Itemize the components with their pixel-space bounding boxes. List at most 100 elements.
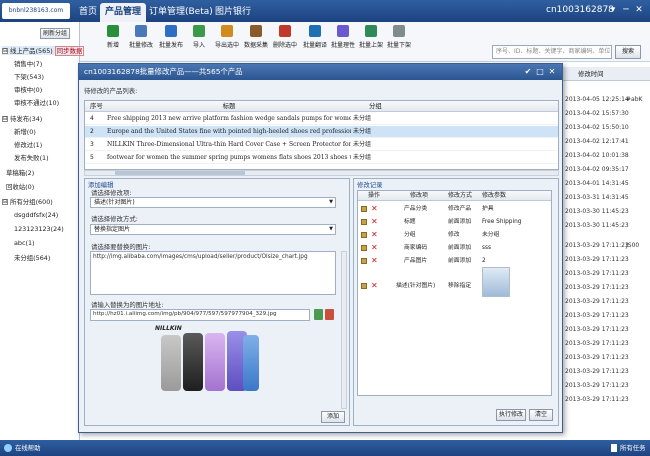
table-row: ✕ 产品图片 前面添加 2 — [358, 256, 551, 266]
sidebar-item-group-abc[interactable]: abc(1) — [14, 239, 35, 247]
batch-manage-button[interactable]: 批量理性 — [330, 25, 356, 49]
mode-label: 请选择修改方式: — [91, 215, 138, 223]
add-button[interactable]: 添加 — [321, 411, 345, 423]
col-title-header[interactable]: 标题 — [107, 101, 351, 112]
new-image-url-input[interactable]: http://hz01.i.aliimg.com/img/pb/904/977/… — [90, 309, 310, 321]
list-item[interactable]: 4 Free shipping 2013 new arrive platform… — [85, 113, 558, 125]
batch-list-button[interactable]: 批量上架 — [358, 25, 384, 49]
batch-edit-button[interactable]: 批量修改 — [128, 25, 154, 49]
list-item-selected[interactable]: 2 Europe and the United States fine with… — [85, 126, 558, 138]
sidebar-item-recycle-bin[interactable]: 回收站(0) — [6, 182, 34, 191]
scrollbar-thumb[interactable] — [115, 171, 245, 175]
edit-icon[interactable] — [361, 245, 367, 251]
close-icon[interactable]: ✕ — [634, 4, 644, 16]
table-row: 2013-03-31 14:31:45 — [565, 194, 629, 201]
sidebar-item-group-dsgddfsfx[interactable]: dsgddfsfx(24) — [14, 211, 58, 219]
tasks-icon[interactable] — [611, 444, 617, 452]
phone-case-icon — [161, 335, 181, 391]
sidebar-item-pending-publish[interactable]: ⊟ 待发布(34) — [2, 114, 42, 123]
sidebar-item-reviewing[interactable]: 审核中(0) — [14, 85, 42, 94]
product-list-header: 序号 标题 分组 — [85, 101, 558, 112]
import-button[interactable]: 导入 — [186, 25, 212, 49]
upload-image-icon[interactable] — [325, 309, 334, 320]
delete-icon[interactable]: ✕ — [371, 256, 378, 266]
delete-icon[interactable]: ✕ — [371, 281, 378, 291]
menu-dropdown-icon[interactable]: ▾ — [608, 4, 618, 16]
delete-icon[interactable]: ✕ — [371, 204, 378, 214]
table-row: ✕ 商家编码 前面添加 sss — [358, 243, 551, 253]
tab-home[interactable]: 首页 — [74, 3, 102, 22]
batch-translate-button[interactable]: 批量翻译 — [302, 25, 328, 49]
minimize-icon[interactable]: ─ — [621, 4, 631, 16]
field-select[interactable]: 描述(针对图片) ▼ — [90, 197, 336, 208]
collapse-icon[interactable]: ⊟ — [2, 48, 8, 54]
collapse-icon[interactable]: ⊟ — [2, 116, 8, 122]
sidebar-item-all-groups[interactable]: ⊟ 所有分组(600) — [2, 197, 53, 206]
execute-button[interactable]: 执行修改 — [496, 409, 526, 421]
delete-icon[interactable]: ✕ — [371, 230, 378, 240]
table-row: 2013-03-29 17:11:23 — [565, 326, 629, 333]
col-num-header[interactable]: 序号 — [90, 101, 103, 112]
table-row: 2013-03-29 17:11:23 — [565, 396, 629, 403]
confirm-icon[interactable]: ✔ — [523, 66, 533, 78]
tab-image-bank[interactable]: 图片银行 — [210, 3, 256, 22]
add-icon — [107, 25, 119, 37]
delete-icon[interactable]: ✕ — [371, 217, 378, 227]
online-help-link[interactable]: 在线帮助 — [15, 440, 41, 456]
edit-icon[interactable] — [361, 283, 367, 289]
clear-button[interactable]: 清空 — [529, 409, 553, 421]
table-row: 2013-03-29 17:11:23 — [565, 270, 629, 277]
delete-selected-button[interactable]: 删除选中 — [272, 25, 298, 49]
sidebar-item-delisted[interactable]: 下架(543) — [14, 72, 44, 81]
new-url-label: 请输入替换为的图片地址: — [91, 301, 164, 309]
export-selected-button[interactable]: 导出选中 — [214, 25, 240, 49]
tab-order-management[interactable]: 订单管理(Beta) — [144, 3, 218, 22]
chevron-down-icon: ▼ — [329, 226, 333, 232]
delete-icon[interactable]: ✕ — [371, 243, 378, 253]
col-op-header: 操作 — [368, 192, 381, 199]
vertical-scrollbar[interactable] — [341, 251, 347, 409]
list-item[interactable]: 3 NILLKIN Three-Dimensional Ultra-thin H… — [85, 139, 558, 151]
replace-image-input[interactable]: http://img.alibaba.com/images/cms/upload… — [90, 251, 336, 295]
help-icon[interactable] — [4, 444, 12, 452]
search-input[interactable]: 序号、ID、标题、关键字、商家编码、单位 — [492, 45, 612, 59]
sidebar-item-group-123123123[interactable]: 123123123(24) — [14, 225, 64, 233]
all-tasks-link[interactable]: 所有任务 — [620, 440, 646, 456]
batch-delist-button[interactable]: 批量下架 — [386, 25, 412, 49]
dialog-close-icon[interactable]: ✕ — [547, 66, 557, 78]
sidebar-item-ungrouped[interactable]: 未分组(564) — [14, 253, 50, 262]
list-item[interactable]: 5 footwear for women the summer spring p… — [85, 152, 558, 164]
sidebar-item-on-sale[interactable]: 销售中(7) — [14, 59, 42, 68]
search-button[interactable]: 搜索 — [615, 45, 641, 59]
maximize-icon[interactable]: □ — [535, 66, 545, 78]
edit-icon — [135, 25, 147, 37]
tab-product-management[interactable]: 产品管理 — [100, 3, 147, 22]
mode-select[interactable]: 替换指定图片 ▼ — [90, 224, 336, 235]
image-preview-icon[interactable] — [314, 309, 323, 320]
edit-icon[interactable] — [361, 232, 367, 238]
app-logo: bnbnl238163.com — [2, 3, 70, 19]
batch-publish-button[interactable]: 批量发布 — [158, 25, 184, 49]
sidebar-item-modified[interactable]: 修改过(1) — [14, 140, 42, 149]
sidebar-item-new[interactable]: 新增(0) — [14, 127, 36, 136]
edit-icon[interactable] — [361, 258, 367, 264]
sidebar: 刷新分组 ⊟ 线上产品(565) 同步数据 销售中(7) 下架(543) 审核中(… — [0, 22, 85, 440]
account-name[interactable]: cn1003162878 — [546, 5, 614, 15]
sidebar-item-online-products[interactable]: ⊟ 线上产品(565) 同步数据 — [2, 46, 85, 56]
table-row: 2013-03-29 17:11:23 — [565, 354, 629, 361]
edit-icon[interactable] — [361, 219, 367, 225]
col-group-header[interactable]: 分组 — [369, 101, 382, 112]
data-collection-button[interactable]: 数据采集 — [243, 25, 269, 49]
refresh-groups-button[interactable]: 刷新分组 — [40, 28, 70, 39]
modified-time-column-header[interactable]: 修改时间 — [560, 67, 650, 81]
sidebar-item-drafts[interactable]: 草稿箱(2) — [6, 168, 34, 177]
edit-icon[interactable] — [361, 206, 367, 212]
collapse-icon[interactable]: ⊟ — [2, 199, 8, 205]
sidebar-item-review-failed[interactable]: 审核不通过(10) — [14, 98, 59, 107]
history-thumbnail — [482, 267, 510, 297]
sidebar-item-publish-failed[interactable]: 发布失败(1) — [14, 153, 49, 162]
sync-data-link[interactable]: 同步数据 — [54, 46, 85, 56]
history-table: 操作 修改项 修改方式 修改参数 ✕ 产品分类 修改产品 护具 ✕ 标题 前面添… — [357, 190, 552, 396]
add-button[interactable]: 新增 — [100, 25, 126, 49]
horizontal-scrollbar[interactable] — [84, 170, 559, 176]
